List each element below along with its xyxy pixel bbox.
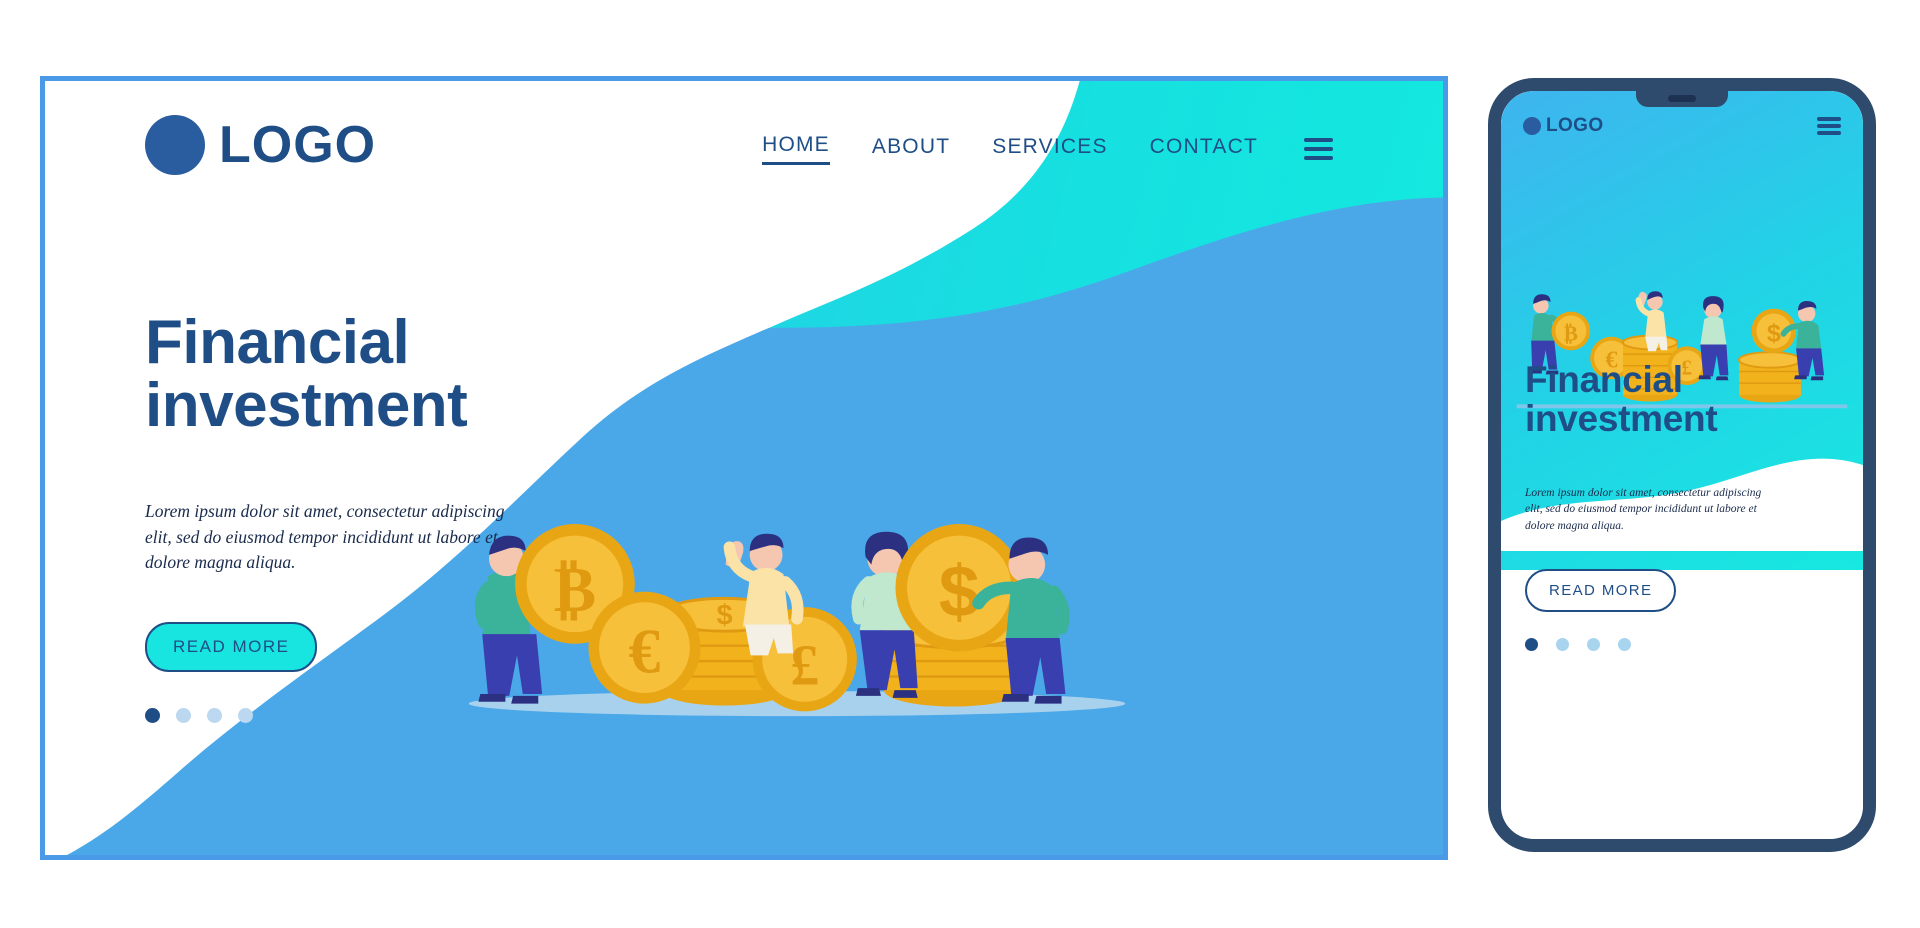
svg-text:$: $ [717, 599, 733, 631]
desktop-nav-links: HOME ABOUT SERVICES CONTACT [762, 133, 1333, 165]
financial-investment-illustration: ₿ $ € £ $ [468, 524, 1126, 717]
desktop-page: LOGO HOME ABOUT SERVICES CONTACT Financi… [67, 81, 1443, 855]
mobile-logo[interactable]: LOGO [1523, 115, 1604, 137]
svg-text:$: $ [939, 551, 980, 633]
mockup-canvas: LOGO HOME ABOUT SERVICES CONTACT Financi… [0, 0, 1920, 928]
carousel-dot-1[interactable] [145, 707, 160, 723]
nav-item-about[interactable]: ABOUT [872, 135, 950, 164]
mobile-phone-mockup: LOGO ₿ € £ $ Financial investment Lorem … [1488, 78, 1876, 852]
nav-item-home[interactable]: HOME [762, 133, 830, 165]
circle-logo-icon [1523, 117, 1541, 135]
svg-text:£: £ [790, 632, 819, 697]
mobile-carousel-dot-1[interactable] [1525, 637, 1538, 651]
mobile-hero: Financial investment Lorem ipsum dolor s… [1525, 359, 1845, 651]
carousel-dot-4[interactable] [238, 707, 253, 723]
phone-notch [1636, 91, 1728, 107]
mobile-carousel-dot-2[interactable] [1556, 637, 1569, 651]
mobile-logo-label: LOGO [1546, 115, 1604, 136]
carousel-dot-2[interactable] [176, 707, 191, 723]
page-title: Financial investment [145, 311, 625, 437]
svg-text:₿: ₿ [554, 554, 597, 625]
desktop-browser-mockup: LOGO HOME ABOUT SERVICES CONTACT Financi… [40, 76, 1448, 860]
euro-coin: € [588, 591, 701, 704]
desktop-navbar: LOGO HOME ABOUT SERVICES CONTACT [67, 81, 1443, 211]
phone-speaker [1668, 95, 1696, 102]
svg-text:₿: ₿ [1564, 322, 1578, 346]
nav-item-contact[interactable]: CONTACT [1150, 135, 1258, 164]
hamburger-menu-icon[interactable] [1817, 117, 1841, 135]
desktop-logo[interactable]: LOGO [145, 115, 376, 175]
mobile-hero-paragraph: Lorem ipsum dolor sit amet, consectetur … [1525, 486, 1762, 533]
mobile-carousel-dot-4[interactable] [1618, 637, 1631, 651]
read-more-button[interactable]: READ MORE [145, 621, 318, 672]
mobile-page: LOGO ₿ € £ $ Financial investment Lorem … [1501, 91, 1863, 839]
circle-logo-icon [145, 115, 205, 175]
mobile-hero-title-line-2: investment [1525, 397, 1718, 439]
mobile-carousel-dots [1525, 637, 1845, 651]
svg-text:$: $ [1767, 320, 1781, 348]
mobile-page-title: Financial investment [1525, 359, 1845, 439]
mobile-bitcoin-coin: ₿ [1551, 311, 1591, 351]
nav-item-services[interactable]: SERVICES [992, 135, 1107, 164]
mobile-carousel-dot-3[interactable] [1587, 637, 1600, 651]
hamburger-menu-icon[interactable] [1304, 138, 1333, 160]
desktop-logo-label: LOGO [219, 116, 377, 174]
mobile-read-more-button[interactable]: READ MORE [1525, 568, 1677, 612]
svg-text:€: € [629, 616, 661, 687]
carousel-dot-3[interactable] [207, 707, 222, 723]
hero-title-line-1: Financial [145, 308, 410, 377]
mobile-hero-title-line-1: Financial [1525, 359, 1683, 400]
hero-title-line-2: investment [145, 371, 468, 441]
